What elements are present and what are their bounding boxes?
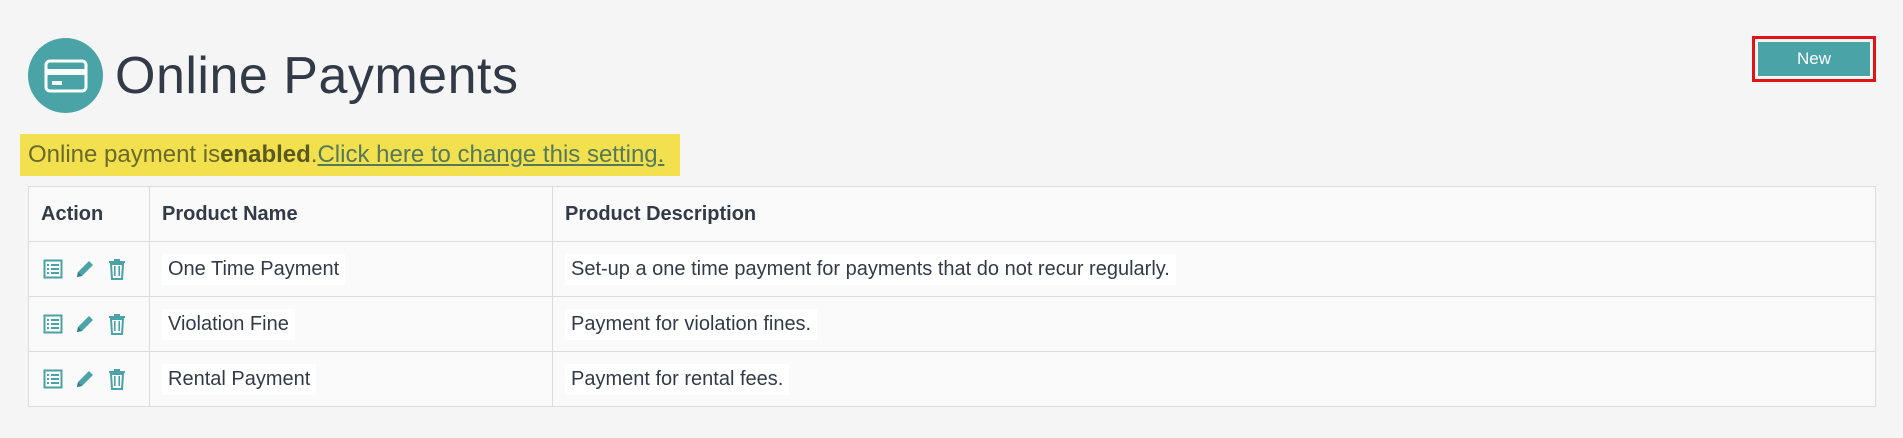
trash-icon[interactable] (105, 367, 129, 391)
new-button[interactable]: New (1758, 42, 1870, 76)
trash-icon[interactable] (105, 312, 129, 336)
page-header: Online Payments (28, 38, 518, 113)
notice-separator: . (310, 141, 318, 168)
column-header-product-name: Product Name (149, 186, 553, 242)
product-name: Rental Payment (162, 363, 317, 395)
pencil-icon[interactable] (73, 312, 97, 336)
list-icon[interactable] (41, 312, 65, 336)
table-row: Violation Fine Payment for violation fin… (28, 296, 1876, 352)
change-setting-link[interactable]: Click here to change this setting. (317, 141, 664, 169)
list-icon[interactable] (41, 367, 65, 391)
product-description: Payment for violation fines. (565, 308, 818, 340)
product-description-cell: Payment for rental fees. (552, 351, 1876, 407)
trash-icon[interactable] (105, 257, 129, 281)
product-description-cell: Set-up a one time payment for payments t… (552, 241, 1876, 297)
new-button-highlight: New (1752, 36, 1876, 82)
product-name: One Time Payment (162, 253, 346, 285)
product-name-cell: Rental Payment (149, 351, 553, 407)
pencil-icon[interactable] (73, 257, 97, 281)
action-cell (28, 296, 150, 352)
product-name: Violation Fine (162, 308, 295, 340)
product-description-cell: Payment for violation fines. (552, 296, 1876, 352)
payment-status-notice: Online payment is enabled . Click here t… (20, 134, 681, 176)
product-name-cell: Violation Fine (149, 296, 553, 352)
list-icon[interactable] (41, 257, 65, 281)
product-name-cell: One Time Payment (149, 241, 553, 297)
table-row: One Time Payment Set-up a one time payme… (28, 241, 1876, 297)
column-header-action: Action (28, 186, 150, 242)
action-cell (28, 351, 150, 407)
table-header-row: Action Product Name Product Description (28, 186, 1876, 242)
pencil-icon[interactable] (73, 367, 97, 391)
products-table: Action Product Name Product Description (28, 186, 1876, 407)
product-description: Payment for rental fees. (565, 363, 790, 395)
notice-prefix: Online payment is (28, 141, 221, 168)
column-header-product-description: Product Description (552, 186, 1876, 242)
credit-card-icon (28, 38, 103, 113)
notice-status: enabled (220, 141, 311, 168)
product-description: Set-up a one time payment for payments t… (565, 253, 1176, 285)
action-cell (28, 241, 150, 297)
table-row: Rental Payment Payment for rental fees. (28, 351, 1876, 407)
page-title: Online Payments (115, 46, 519, 105)
